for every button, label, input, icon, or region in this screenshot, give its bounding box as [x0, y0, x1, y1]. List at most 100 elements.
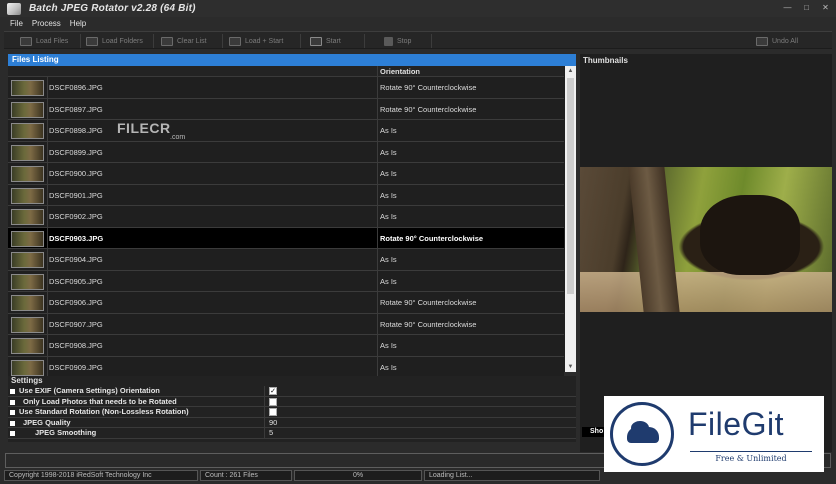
file-orientation: As Is	[377, 206, 564, 227]
orientation-column-header[interactable]: Orientation	[377, 66, 564, 77]
file-row[interactable]: DSCF0908.JPG As Is	[8, 335, 564, 357]
column-divider	[47, 356, 48, 378]
filecr-watermark-sub: .com	[170, 134, 186, 141]
file-name: DSCF0897.JPG	[49, 104, 103, 114]
file-thumbnail	[11, 295, 44, 311]
setting-value[interactable]: 5	[269, 428, 273, 438]
file-thumbnail	[11, 80, 44, 96]
setting-value-cell: ✓	[264, 386, 576, 396]
menu-bar: File Process Help	[0, 17, 836, 29]
scrollbar-thumb[interactable]	[567, 78, 574, 294]
file-list: DSCF0896.JPG Rotate 90° Counterclockwise D…	[8, 77, 564, 378]
file-orientation: As Is	[377, 356, 564, 378]
column-divider	[47, 163, 48, 184]
file-thumbnail	[11, 123, 44, 139]
file-name: DSCF0906.JPG	[49, 298, 103, 307]
setting-value[interactable]: 90	[269, 418, 277, 428]
status-count: Count : 261 Files	[200, 470, 292, 481]
file-row[interactable]: DSCF0897.JPG Rotate 90° Counterclockwise	[8, 98, 564, 120]
file-name: DSCF0903.JPG	[49, 233, 104, 243]
column-divider	[47, 292, 48, 313]
stop-button[interactable]: Stop	[384, 35, 411, 47]
column-divider	[47, 313, 48, 335]
toolbar-divider	[364, 34, 365, 48]
start-label: Start	[326, 37, 341, 45]
setting-bullet-icon	[10, 410, 15, 415]
scroll-down-icon[interactable]: ▼	[565, 362, 576, 372]
file-name: DSCF0902.JPG	[49, 212, 103, 221]
thumbnails-header: Thumbnails	[583, 56, 628, 65]
preview-ground	[580, 272, 832, 312]
column-divider	[47, 270, 48, 292]
file-row[interactable]: DSCF0906.JPG Rotate 90° Counterclockwise	[8, 292, 564, 314]
file-row[interactable]: DSCF0901.JPG As Is	[8, 184, 564, 206]
toolbar: Load Files Load Folders Clear List Load …	[4, 31, 832, 49]
file-orientation: As Is	[377, 335, 564, 356]
file-orientation: Rotate 90° Counterclockwise	[377, 98, 564, 120]
column-divider	[47, 206, 48, 227]
file-row[interactable]: DSCF0900.JPG As Is	[8, 163, 564, 185]
file-row[interactable]: DSCF0907.JPG Rotate 90° Counterclockwise	[8, 313, 564, 335]
toolbar-divider	[80, 34, 81, 48]
clear-list-button[interactable]: Clear List	[161, 35, 207, 47]
setting-checkbox[interactable]	[269, 397, 277, 406]
file-row[interactable]: DSCF0904.JPG As Is	[8, 249, 564, 271]
load-start-button[interactable]: Load + Start	[229, 35, 283, 47]
scroll-up-icon[interactable]: ▲	[565, 66, 576, 76]
file-name: DSCF0898.JPG	[49, 126, 103, 135]
load-files-button[interactable]: Load Files	[20, 35, 68, 47]
close-icon[interactable]: ✕	[821, 3, 830, 12]
file-row[interactable]: DSCF0896.JPG Rotate 90° Counterclockwise	[8, 77, 564, 99]
undo-all-button[interactable]: Undo All	[756, 35, 798, 47]
column-divider	[47, 120, 48, 141]
setting-row: Use EXIF (Camera Settings) Orientation ✓	[8, 386, 576, 397]
file-row[interactable]: DSCF0899.JPG As Is	[8, 141, 564, 163]
toolbar-divider	[153, 34, 154, 48]
load-folders-label: Load Folders	[102, 37, 143, 45]
preview-bear	[700, 195, 800, 275]
folder-icon	[20, 36, 32, 46]
file-orientation: As Is	[377, 120, 564, 141]
clear-icon	[161, 36, 173, 46]
setting-bullet-icon	[10, 431, 15, 436]
column-divider	[47, 227, 48, 249]
filegit-tagline: Free & Unlimited	[690, 451, 812, 463]
app-icon	[7, 2, 21, 15]
menu-process[interactable]: Process	[32, 19, 61, 28]
menu-file[interactable]: File	[10, 19, 23, 28]
file-row[interactable]: DSCF0902.JPG As Is	[8, 206, 564, 228]
file-row[interactable]: DSCF0898.JPG As Is	[8, 120, 564, 142]
title-bar: Batch JPEG Rotator v2.28 (64 Bit) — □ ✕	[0, 0, 836, 17]
files-scrollbar[interactable]: ▲ ▼	[565, 66, 576, 372]
load-start-label: Load + Start	[245, 37, 284, 45]
load-files-label: Load Files	[36, 37, 69, 45]
setting-value-cell	[264, 396, 576, 407]
file-row[interactable]: DSCF0903.JPG Rotate 90° Counterclockwise	[8, 227, 564, 249]
file-name: DSCF0899.JPG	[49, 147, 103, 157]
setting-checkbox[interactable]	[269, 408, 277, 416]
maximize-icon[interactable]: □	[802, 3, 811, 12]
setting-label: Use Standard Rotation (Non-Lossless Rota…	[19, 407, 189, 416]
file-thumbnail	[11, 166, 44, 182]
file-name: DSCF0900.JPG	[49, 169, 103, 178]
menu-help[interactable]: Help	[70, 19, 86, 28]
setting-checkbox[interactable]: ✓	[269, 387, 277, 395]
file-row[interactable]: DSCF0909.JPG As Is	[8, 356, 564, 378]
filegit-emblem	[610, 402, 674, 466]
file-thumbnail	[11, 338, 44, 354]
setting-bullet-icon	[10, 399, 15, 405]
load-folders-button[interactable]: Load Folders	[86, 35, 143, 47]
setting-bullet-icon	[10, 420, 15, 426]
start-button[interactable]: Start	[310, 35, 341, 47]
setting-label: JPEG Quality	[23, 417, 71, 427]
setting-label: Only Load Photos that needs to be Rotate…	[23, 396, 177, 406]
filegit-logo-overlay: FileGit Free & Unlimited	[604, 396, 824, 472]
file-thumbnail	[11, 144, 44, 161]
setting-row: JPEG Smoothing 5	[8, 428, 576, 439]
file-name: DSCF0905.JPG	[49, 276, 103, 286]
files-listing-panel: Files Listing Orientation DSCF0896.JPG Ro…	[8, 54, 576, 378]
minimize-icon[interactable]: —	[783, 3, 792, 12]
status-percent: 0%	[294, 470, 422, 481]
file-row[interactable]: DSCF0905.JPG As Is	[8, 270, 564, 292]
column-header-row: Orientation	[8, 66, 564, 77]
